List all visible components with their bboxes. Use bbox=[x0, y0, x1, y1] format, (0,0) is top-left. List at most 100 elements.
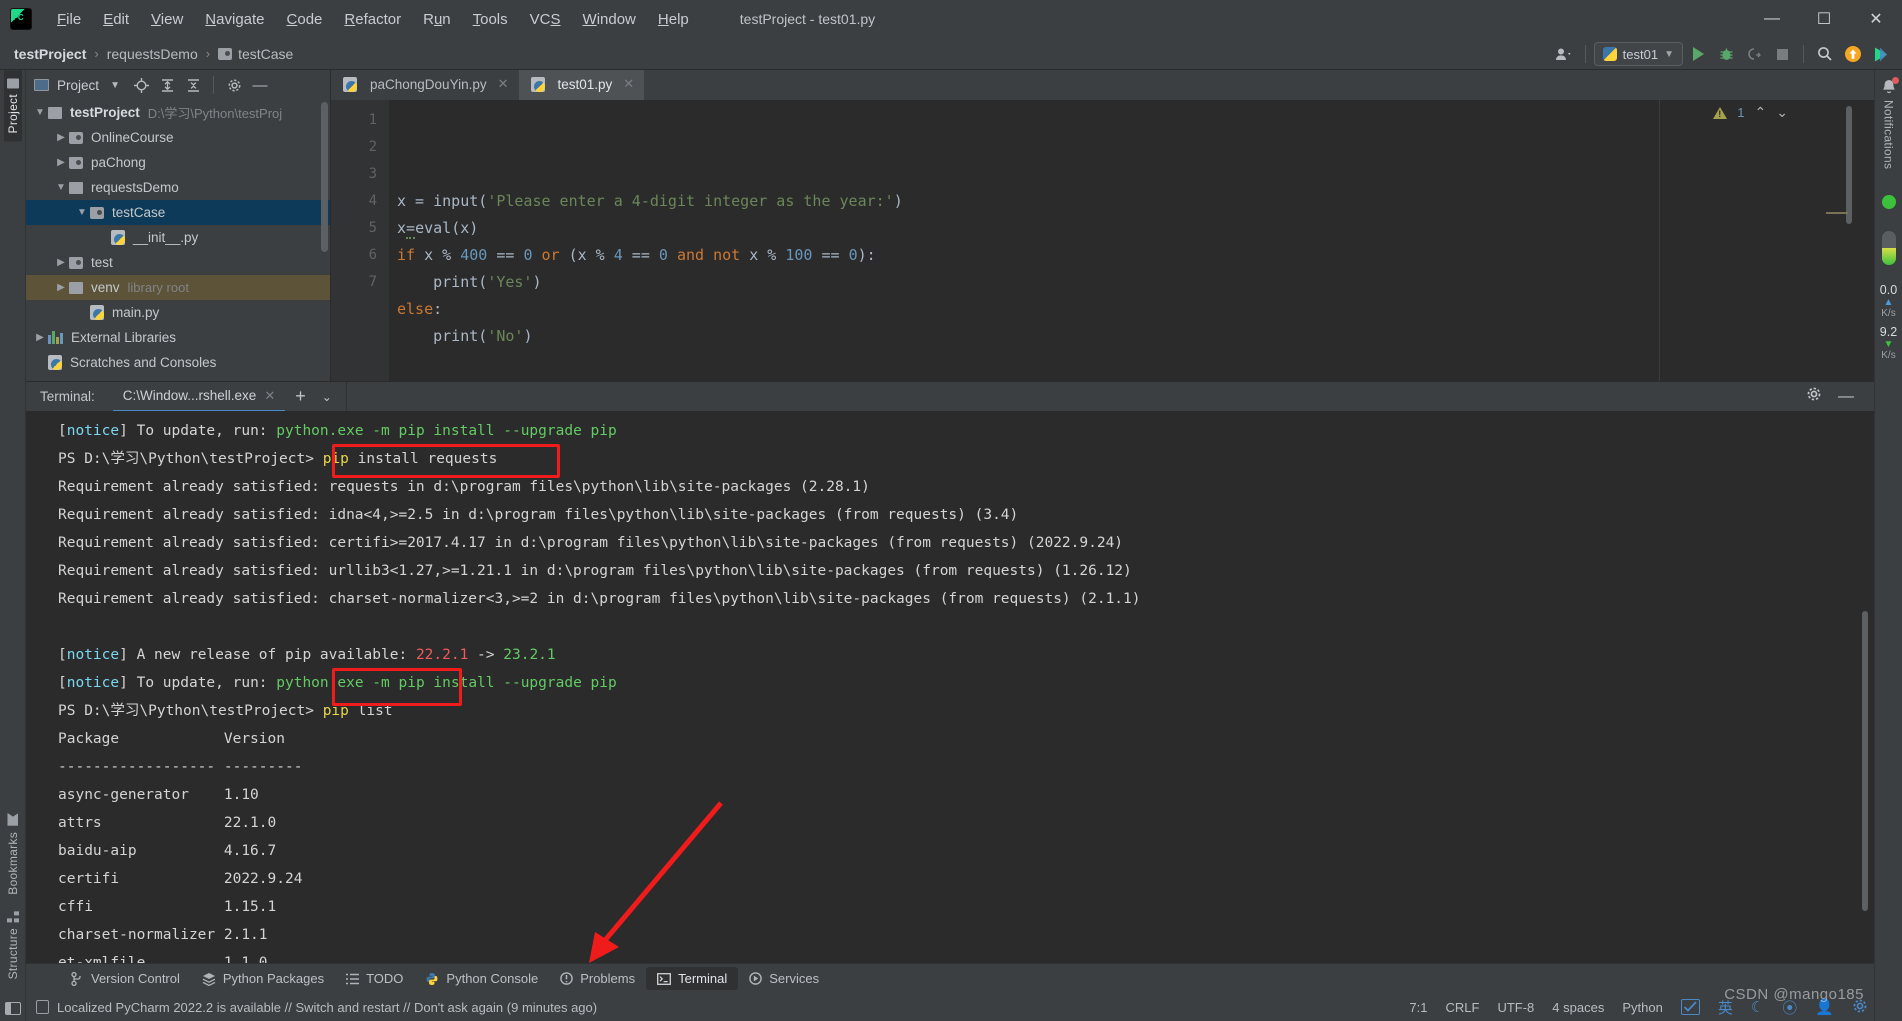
menu-item-refactor[interactable]: Refactor bbox=[333, 8, 412, 31]
menu-item-vcs[interactable]: VCS bbox=[519, 8, 572, 31]
editor-scrollbar[interactable] bbox=[1846, 106, 1852, 224]
close-button[interactable]: ✕ bbox=[1850, 0, 1902, 38]
caret-position[interactable]: 7:1 bbox=[1409, 1000, 1427, 1015]
tree-item--init-py[interactable]: __init__.py bbox=[26, 225, 330, 250]
tool-window-button-problems[interactable]: Problems bbox=[549, 967, 646, 990]
menu-item-code[interactable]: Code bbox=[276, 8, 334, 31]
minimize-icon[interactable]: — bbox=[1838, 388, 1854, 406]
run-icon[interactable] bbox=[1685, 41, 1711, 67]
sidebar-item-structure[interactable]: Structure bbox=[4, 903, 22, 987]
chevron-down-icon[interactable]: ▼ bbox=[74, 207, 90, 218]
user-icon[interactable]: 👤 bbox=[1815, 998, 1834, 1016]
ime-icon[interactable]: 英 bbox=[1718, 997, 1733, 1018]
tree-item-requestsdemo[interactable]: ▼ requestsDemo bbox=[26, 175, 330, 200]
tree-item-main-py[interactable]: main.py bbox=[26, 300, 330, 325]
chevron-right-icon[interactable]: ▶ bbox=[32, 332, 48, 343]
locate-icon[interactable] bbox=[129, 73, 153, 97]
layout-toggle-icon[interactable] bbox=[5, 1002, 21, 1015]
interpreter-setting[interactable]: Python bbox=[1622, 1000, 1662, 1015]
search-icon[interactable] bbox=[1812, 41, 1838, 67]
project-tree-scrollbar[interactable] bbox=[321, 102, 328, 252]
menu-item-window[interactable]: Window bbox=[572, 8, 647, 31]
chevron-right-icon[interactable]: ▶ bbox=[53, 282, 69, 293]
check-icon[interactable] bbox=[1680, 999, 1700, 1015]
network-icon[interactable]: ⦿ bbox=[1782, 997, 1797, 1018]
tree-item-testcase[interactable]: ▼ testCase bbox=[26, 200, 330, 225]
tree-item-venv[interactable]: ▶ venv library root bbox=[26, 275, 330, 300]
breadcrumb-item-testproject[interactable]: testProject bbox=[14, 46, 86, 62]
indent-setting[interactable]: 4 spaces bbox=[1552, 1000, 1604, 1015]
prev-problem-icon[interactable]: ⌃ bbox=[1755, 104, 1767, 121]
tool-window-button-services[interactable]: Services bbox=[738, 967, 830, 990]
gear-icon[interactable] bbox=[1852, 998, 1868, 1017]
menu-item-edit[interactable]: Edit bbox=[92, 8, 140, 31]
tool-window-button-python-packages[interactable]: Python Packages bbox=[191, 967, 335, 990]
close-icon[interactable]: ✕ bbox=[264, 388, 275, 404]
tool-window-button-version-control[interactable]: Version Control bbox=[60, 967, 191, 990]
expand-all-icon[interactable] bbox=[155, 73, 179, 97]
menu-item-tools[interactable]: Tools bbox=[462, 8, 519, 31]
notification-icon[interactable] bbox=[36, 1000, 49, 1014]
status-message[interactable]: Localized PyCharm 2022.2 is available //… bbox=[57, 1000, 597, 1015]
menu-item-view[interactable]: View bbox=[140, 8, 194, 31]
editor-tab-test01-py[interactable]: test01.py ✕ bbox=[518, 70, 645, 100]
chevron-right-icon[interactable]: ▶ bbox=[53, 157, 69, 168]
project-tool-window: Project ▼ — ▼ testProject D:\学习\Python\t… bbox=[26, 70, 331, 381]
moon-icon[interactable]: ☾ bbox=[1751, 998, 1764, 1016]
menu-item-help[interactable]: Help bbox=[647, 8, 700, 31]
breadcrumb-item-requestsdemo[interactable]: requestsDemo bbox=[107, 46, 198, 62]
coverage-icon[interactable] bbox=[1741, 41, 1767, 67]
chevron-down-icon[interactable]: ▼ bbox=[103, 73, 127, 97]
close-icon[interactable]: ✕ bbox=[498, 76, 509, 92]
file-encoding[interactable]: UTF-8 bbox=[1497, 1000, 1534, 1015]
notifications-bell-icon[interactable] bbox=[1880, 77, 1899, 96]
update-icon[interactable] bbox=[1840, 41, 1866, 67]
status-indicator-green[interactable] bbox=[1881, 195, 1896, 210]
terminal-line: [notice] To update, run: python.exe -m p… bbox=[58, 669, 1874, 697]
memory-indicator[interactable] bbox=[1881, 231, 1896, 266]
tree-item-testproject[interactable]: ▼ testProject D:\学习\Python\testProj bbox=[26, 100, 330, 125]
menu-item-file[interactable]: File bbox=[46, 8, 92, 31]
gear-icon[interactable] bbox=[222, 73, 246, 97]
datagrip-icon[interactable] bbox=[1868, 41, 1894, 67]
tree-item-onlinecourse[interactable]: ▶ OnlineCourse bbox=[26, 125, 330, 150]
user-avatar-icon[interactable] bbox=[1551, 41, 1577, 67]
chevron-right-icon[interactable]: ▶ bbox=[53, 132, 69, 143]
editor-tab-paChongDouYin-py[interactable]: paChongDouYin.py ✕ bbox=[331, 70, 519, 100]
maximize-button[interactable]: ☐ bbox=[1798, 0, 1850, 38]
minimize-button[interactable]: — bbox=[1746, 0, 1798, 38]
tool-window-button-terminal[interactable]: Terminal bbox=[646, 967, 739, 990]
next-problem-icon[interactable]: ⌄ bbox=[1776, 104, 1788, 121]
chevron-down-icon[interactable]: ▼ bbox=[53, 182, 69, 193]
chevron-down-icon[interactable]: ▼ bbox=[32, 107, 48, 118]
code-content[interactable]: x = input('Please enter a 4-digit intege… bbox=[389, 100, 1874, 381]
gear-icon[interactable] bbox=[1806, 386, 1822, 407]
menu-item-navigate[interactable]: Navigate bbox=[194, 8, 275, 31]
menu-item-run[interactable]: Run bbox=[412, 8, 462, 31]
tree-item-test[interactable]: ▶ test bbox=[26, 250, 330, 275]
line-separator[interactable]: CRLF bbox=[1446, 1000, 1480, 1015]
stop-icon[interactable] bbox=[1769, 41, 1795, 67]
tool-window-button-python-console[interactable]: Python Console bbox=[414, 967, 549, 990]
collapse-all-icon[interactable] bbox=[181, 73, 205, 97]
terminal-segment: -> bbox=[468, 647, 504, 663]
close-icon[interactable]: ✕ bbox=[623, 76, 634, 92]
sidebar-item-project[interactable]: Project bbox=[3, 70, 22, 142]
chevron-down-icon[interactable]: ⌄ bbox=[316, 390, 338, 404]
sidebar-item-bookmarks[interactable]: Bookmarks bbox=[4, 805, 22, 903]
terminal-output[interactable]: [notice] To update, run: python.exe -m p… bbox=[26, 411, 1874, 963]
new-terminal-button[interactable]: + bbox=[285, 386, 316, 407]
project-tree[interactable]: ▼ testProject D:\学习\Python\testProj ▶ Online… bbox=[26, 100, 330, 381]
terminal-session-tab[interactable]: C:\Window...rshell.exe ✕ bbox=[112, 382, 286, 412]
terminal-scrollbar[interactable] bbox=[1862, 611, 1868, 911]
breadcrumb-item-testcase[interactable]: testCase bbox=[218, 46, 293, 62]
notifications-label[interactable]: Notifications bbox=[1882, 100, 1896, 169]
tree-item-pachong[interactable]: ▶ paChong bbox=[26, 150, 330, 175]
chevron-right-icon[interactable]: ▶ bbox=[53, 257, 69, 268]
minimize-icon[interactable]: — bbox=[248, 73, 272, 97]
tree-item-external-libraries[interactable]: ▶ External Libraries bbox=[26, 325, 330, 350]
run-configuration-selector[interactable]: test01 ▼ bbox=[1593, 42, 1683, 66]
debug-icon[interactable] bbox=[1713, 41, 1739, 67]
tool-window-button-todo[interactable]: TODO bbox=[335, 967, 414, 990]
tree-item-scratches-and-consoles[interactable]: Scratches and Consoles bbox=[26, 350, 330, 375]
